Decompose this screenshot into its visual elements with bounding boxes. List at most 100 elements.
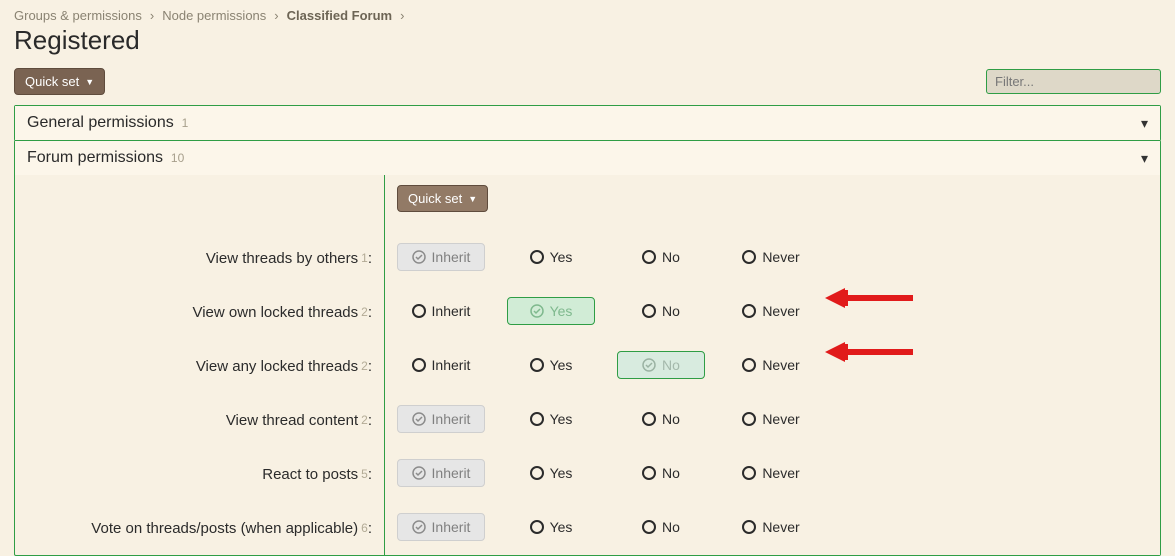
option-yes[interactable]: Yes — [507, 243, 595, 271]
panel-title: General permissions — [27, 114, 174, 131]
radio-icon — [742, 520, 756, 534]
caret-down-icon: ▼ — [85, 77, 94, 87]
radio-icon — [742, 250, 756, 264]
breadcrumb: Groups & permissions › Node permissions … — [14, 4, 1161, 25]
check-circle-icon — [530, 304, 544, 318]
option-label: No — [662, 411, 680, 427]
caret-down-icon: ▼ — [468, 194, 477, 204]
option-never[interactable]: Never — [727, 351, 815, 379]
option-inherit[interactable]: Inherit — [397, 297, 485, 325]
panel-count: 10 — [171, 151, 184, 165]
option-label: Yes — [550, 357, 573, 373]
option-inherit[interactable]: Inherit — [397, 513, 485, 541]
radio-icon — [530, 412, 544, 426]
permission-label-text: View threads by others — [206, 250, 358, 267]
option-label: Inherit — [432, 303, 471, 319]
permission-label-text: View own locked threads — [192, 304, 358, 321]
annotation-arrow-icon — [815, 283, 915, 313]
option-never[interactable]: Never — [727, 405, 815, 433]
option-yes[interactable]: Yes — [507, 351, 595, 379]
permission-label: View any locked threads2: — [15, 339, 384, 393]
permission-label-text: View thread content — [226, 412, 358, 429]
quick-set-inner-button[interactable]: Quick set ▼ — [397, 185, 488, 212]
option-inherit[interactable]: Inherit — [397, 405, 485, 433]
radio-icon — [742, 412, 756, 426]
option-inherit[interactable]: Inherit — [397, 351, 485, 379]
panel-title: Forum permissions — [27, 149, 163, 166]
option-label: No — [662, 519, 680, 535]
option-label: Never — [762, 249, 799, 265]
filter-input[interactable] — [986, 69, 1161, 94]
permission-count: 2 — [361, 413, 368, 427]
panel-forum-permissions: Forum permissions 10 ▾ View threads by o… — [14, 140, 1161, 556]
option-label: No — [662, 303, 680, 319]
breadcrumb-groups[interactable]: Groups & permissions — [14, 8, 142, 23]
check-circle-icon — [642, 358, 656, 372]
check-circle-icon — [412, 466, 426, 480]
permission-label: React to posts5: — [15, 447, 384, 501]
option-yes[interactable]: Yes — [507, 513, 595, 541]
option-label: No — [662, 249, 680, 265]
radio-icon — [412, 304, 426, 318]
check-circle-icon — [412, 520, 426, 534]
permission-count: 1 — [361, 251, 368, 265]
permission-options: Inherit Yes No Never — [385, 446, 1160, 500]
option-no[interactable]: No — [617, 351, 705, 379]
option-no[interactable]: No — [617, 405, 705, 433]
permission-label: View own locked threads2: — [15, 285, 384, 339]
permission-count: 6 — [361, 521, 368, 535]
quick-set-label: Quick set — [408, 191, 462, 206]
option-no[interactable]: No — [617, 513, 705, 541]
option-label: Never — [762, 465, 799, 481]
option-no[interactable]: No — [617, 459, 705, 487]
option-never[interactable]: Never — [727, 513, 815, 541]
breadcrumb-classified-forum[interactable]: Classified Forum — [287, 8, 392, 23]
radio-icon — [642, 520, 656, 534]
chevron-right-icon: › — [400, 8, 404, 23]
panel-header-forum[interactable]: Forum permissions 10 ▾ — [15, 141, 1160, 175]
option-label: Inherit — [432, 465, 471, 481]
option-label: No — [662, 357, 680, 373]
option-label: Never — [762, 411, 799, 427]
chevron-right-icon: › — [274, 8, 278, 23]
option-label: Yes — [550, 411, 573, 427]
radio-icon — [742, 358, 756, 372]
radio-icon — [742, 304, 756, 318]
radio-icon — [642, 250, 656, 264]
option-label: Inherit — [432, 519, 471, 535]
option-no[interactable]: No — [617, 243, 705, 271]
permission-label-text: Vote on threads/posts (when applicable) — [91, 520, 358, 537]
permission-options: Inherit Yes No Never — [385, 500, 1160, 554]
option-never[interactable]: Never — [727, 243, 815, 271]
breadcrumb-node-permissions[interactable]: Node permissions — [162, 8, 266, 23]
panel-count: 1 — [182, 116, 189, 130]
option-yes[interactable]: Yes — [507, 459, 595, 487]
permission-options: Inherit Yes No Never — [385, 392, 1160, 446]
option-inherit[interactable]: Inherit — [397, 243, 485, 271]
option-yes[interactable]: Yes — [507, 297, 595, 325]
radio-icon — [530, 250, 544, 264]
option-label: Yes — [550, 465, 573, 481]
option-label: Yes — [550, 519, 573, 535]
option-never[interactable]: Never — [727, 459, 815, 487]
permission-options: Inherit Yes No Never — [385, 230, 1160, 284]
quick-set-button[interactable]: Quick set ▼ — [14, 68, 105, 95]
radio-icon — [642, 412, 656, 426]
radio-icon — [742, 466, 756, 480]
check-circle-icon — [412, 412, 426, 426]
option-never[interactable]: Never — [727, 297, 815, 325]
radio-icon — [412, 358, 426, 372]
option-label: Yes — [550, 249, 573, 265]
permission-label: View thread content2: — [15, 393, 384, 447]
page-title: Registered — [14, 25, 1161, 56]
option-inherit[interactable]: Inherit — [397, 459, 485, 487]
panel-header-general[interactable]: General permissions 1 ▾ — [15, 106, 1160, 140]
panel-general-permissions: General permissions 1 ▾ — [14, 105, 1161, 141]
chevron-down-icon: ▾ — [1141, 150, 1148, 167]
option-no[interactable]: No — [617, 297, 705, 325]
chevron-down-icon: ▾ — [1141, 115, 1148, 132]
option-label: Never — [762, 303, 799, 319]
option-yes[interactable]: Yes — [507, 405, 595, 433]
permission-options: Inherit Yes No Never — [385, 284, 1160, 338]
radio-icon — [530, 520, 544, 534]
